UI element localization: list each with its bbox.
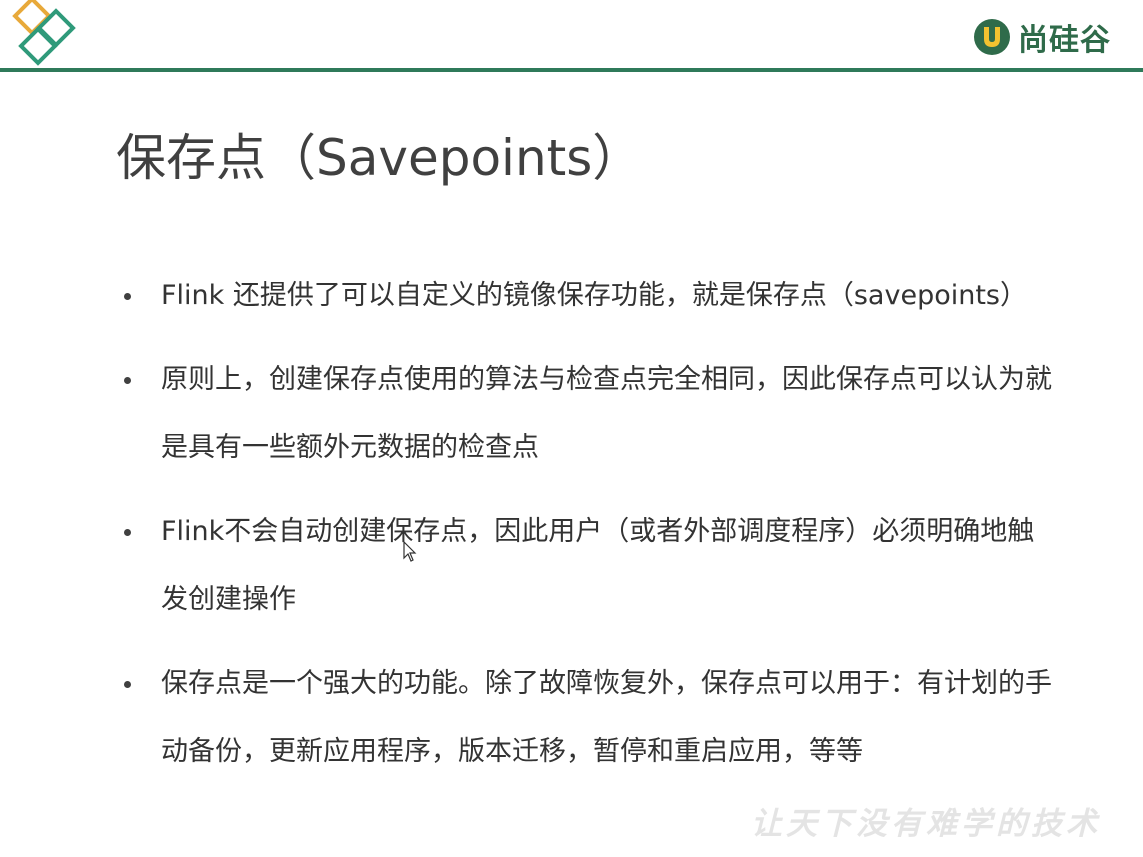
bullet-text: Flink 还提供了可以自定义的镜像保存功能，就是保存点（savepoints） <box>161 280 1027 311</box>
bullet-dot-icon <box>124 377 131 384</box>
bullet-item: Flink不会自动创建保存点，因此用户（或者外部调度程序）必须明确地触发创建操作 <box>118 498 1058 634</box>
u-shield-icon <box>974 19 1010 55</box>
bullet-text: Flink不会自动创建保存点，因此用户（或者外部调度程序）必须明确地触发创建操作 <box>161 516 1035 615</box>
bullet-dot-icon <box>124 681 131 688</box>
bullet-text: 保存点是一个强大的功能。除了故障恢复外，保存点可以用于：有计划的手动备份，更新应… <box>161 668 1052 767</box>
brand-name: 尚硅谷 <box>1018 23 1111 58</box>
bullet-dot-icon <box>124 529 131 536</box>
bullet-item: 保存点是一个强大的功能。除了故障恢复外，保存点可以用于：有计划的手动备份，更新应… <box>118 650 1058 786</box>
header-divider <box>0 68 1143 72</box>
watermark-slogan: 让天下没有难学的技术 <box>751 806 1101 842</box>
bullet-dot-icon <box>124 293 131 300</box>
bullet-item: 原则上，创建保存点使用的算法与检查点完全相同，因此保存点可以认为就是具有一些额外… <box>118 346 1058 482</box>
brand-logo: 尚硅谷 <box>972 12 1111 62</box>
slide: 尚硅谷 保存点（Savepoints） Flink 还提供了可以自定义的镜像保存… <box>0 0 1143 857</box>
diamond-logo-icon <box>12 0 76 66</box>
slide-title: 保存点（Savepoints） <box>116 129 643 187</box>
bullet-list: Flink 还提供了可以自定义的镜像保存功能，就是保存点（savepoints）… <box>118 262 1058 802</box>
bullet-text: 原则上，创建保存点使用的算法与检查点完全相同，因此保存点可以认为就是具有一些额外… <box>161 364 1052 463</box>
mouse-cursor-icon <box>403 541 417 562</box>
bullet-item: Flink 还提供了可以自定义的镜像保存功能，就是保存点（savepoints） <box>118 262 1058 330</box>
